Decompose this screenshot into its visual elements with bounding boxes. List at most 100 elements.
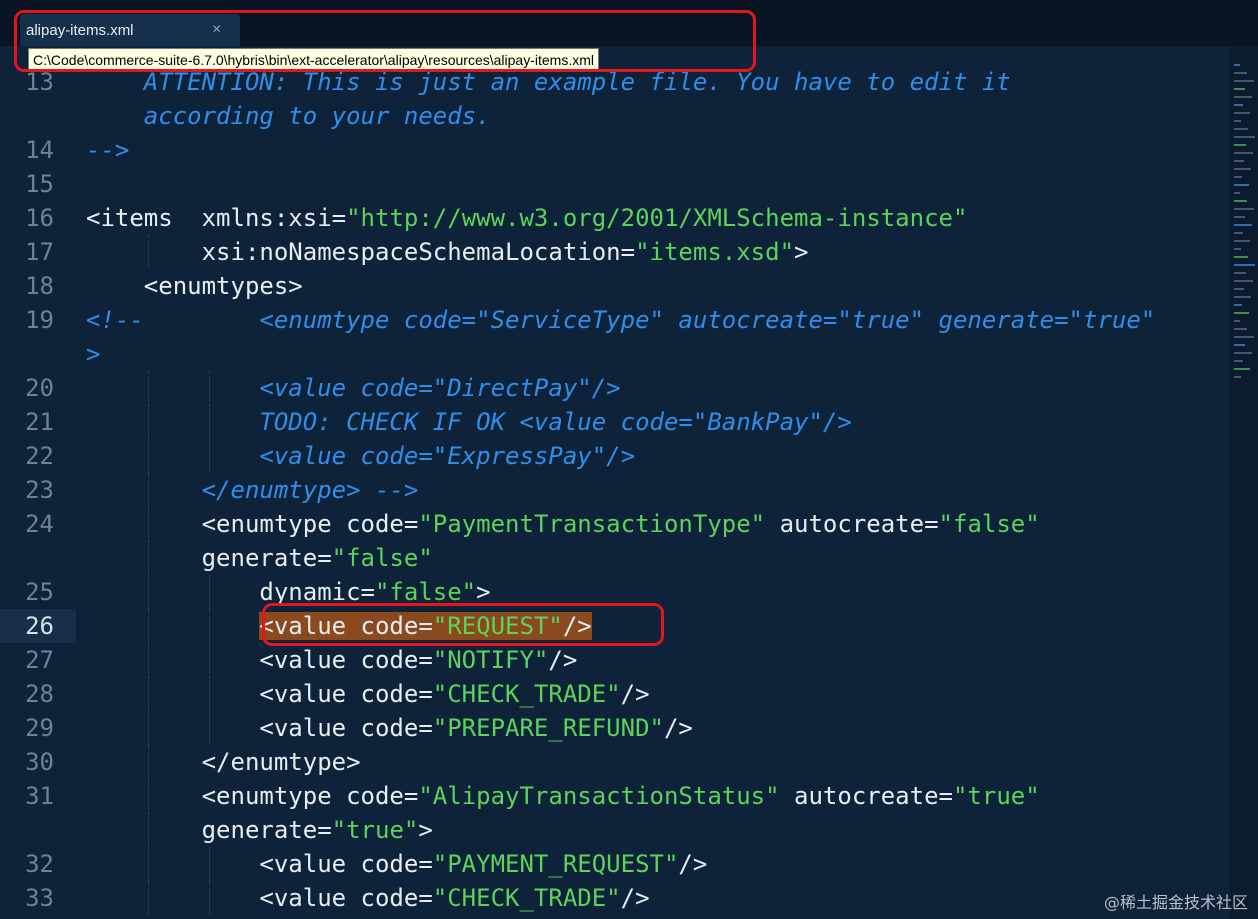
line-number: 33 [25,884,54,912]
code-text: generate="true"> [86,816,433,844]
code-line[interactable]: according to your needs. [0,99,1230,133]
code-line[interactable]: generate="false" [0,541,1230,575]
minimap[interactable] [1230,46,1258,919]
minimap-line [1234,168,1251,170]
minimap-line [1234,136,1255,138]
code-line[interactable]: 16 <items xmlns:xsi="http://www.w3.org/20… [0,201,1230,235]
code-line[interactable]: 27 <value code="NOTIFY"/> [0,643,1230,677]
minimap-line [1234,296,1251,298]
code-line[interactable]: 15 [0,167,1230,201]
code-line[interactable]: 23 </enumtype> --> [0,473,1230,507]
minimap-line [1234,160,1244,162]
minimap-line [1234,216,1245,218]
line-number: 17 [25,238,54,266]
minimap-line [1234,280,1253,282]
minimap-line [1234,184,1249,186]
code-text: </enumtype> [86,748,361,776]
code-line[interactable]: 31 <enumtype code="AlipayTransactionStat… [0,779,1230,813]
code-text: <value code="CHECK_TRADE"/> [86,680,650,708]
code-line[interactable]: 30 </enumtype> [0,745,1230,779]
line-number: 22 [25,442,54,470]
minimap-line [1234,128,1248,130]
minimap-line [1234,192,1240,194]
tab-title[interactable]: alipay-items.xml [26,22,134,39]
minimap-line [1234,320,1240,322]
minimap-line [1234,96,1252,98]
code-line[interactable]: 32 <value code="PAYMENT_REQUEST"/> [0,847,1230,881]
code-editor[interactable]: 13 ATTENTION: This is just an example fi… [0,46,1230,919]
line-number: 25 [25,578,54,606]
code-line[interactable]: 26 <value code="REQUEST"/> [0,609,1230,643]
code-line[interactable]: 18 <enumtypes> [0,269,1230,303]
code-line[interactable]: 24 <enumtype code="PaymentTransactionTyp… [0,507,1230,541]
code-text: <value code="PREPARE_REFUND"/> [86,714,693,742]
minimap-line [1234,304,1242,306]
code-line[interactable]: 14 --> [0,133,1230,167]
code-text: <enumtypes> [86,272,303,300]
minimap-line [1234,80,1254,82]
minimap-line [1234,248,1241,250]
watermark: @稀土掘金技术社区 [1103,893,1248,912]
code-text: <enumtype code="AlipayTransactionStatus"… [86,782,1040,810]
line-number: 19 [25,306,54,334]
code-line[interactable]: 21 TODO: CHECK IF OK <value code="BankPa… [0,405,1230,439]
minimap-line [1234,352,1252,354]
code-line[interactable]: 33 <value code="CHECK_TRADE"/> [0,881,1230,915]
minimap-line [1234,104,1243,106]
minimap-line [1234,232,1243,234]
minimap-line [1234,360,1243,362]
minimap-line [1234,224,1252,226]
minimap-line [1234,208,1254,210]
minimap-line [1234,256,1248,258]
code-line[interactable]: 17 xsi:noNamespaceSchemaLocation="items.… [0,235,1230,269]
code-text: <!-- <enumtype code="ServiceType" autocr… [86,306,1156,334]
code-line[interactable]: 29 <value code="PREPARE_REFUND"/> [0,711,1230,745]
minimap-line [1234,240,1250,242]
minimap-line [1234,288,1244,290]
line-number: 29 [25,714,54,742]
code-text: <value code="PAYMENT_REQUEST"/> [86,850,708,878]
minimap-line [1234,328,1247,330]
minimap-line [1234,88,1245,90]
line-number: 24 [25,510,54,538]
line-number: 15 [25,170,54,198]
minimap-line [1234,368,1250,370]
line-number: 32 [25,850,54,878]
minimap-line [1234,336,1254,338]
minimap-line [1234,72,1247,74]
minimap-line [1234,120,1241,122]
code-text: <enumtype code="PaymentTransactionType" … [86,510,1040,538]
code-text: <items xmlns:xsi="http://www.w3.org/2001… [86,204,968,232]
close-icon[interactable]: × [212,21,221,39]
line-number: 18 [25,272,54,300]
line-number: 31 [25,782,54,810]
code-line[interactable]: 22 <value code="ExpressPay"/> [0,439,1230,473]
code-text: </enumtype> --> [86,476,419,504]
code-text: TODO: CHECK IF OK <value code="BankPay"/… [86,408,852,436]
code-text: <value code="CHECK_TRADE"/> [86,884,650,912]
minimap-line [1234,272,1246,274]
minimap-line [1234,312,1249,314]
minimap-line [1234,344,1245,346]
code-line[interactable]: 20 <value code="DirectPay"/> [0,371,1230,405]
code-text: xsi:noNamespaceSchemaLocation="items.xsd… [86,238,809,266]
code-text: generate="false" [86,544,433,572]
line-number: 23 [25,476,54,504]
minimap-line [1234,376,1241,378]
code-line[interactable]: 28 <value code="CHECK_TRADE"/> [0,677,1230,711]
line-number: 14 [25,136,54,164]
line-number: 16 [25,204,54,232]
code-line[interactable]: generate="true"> [0,813,1230,847]
file-path-tooltip: C:\Code\commerce-suite-6.7.0\hybris\bin\… [28,48,599,72]
line-number: 30 [25,748,54,776]
code-line[interactable]: 25 dynamic="false"> [0,575,1230,609]
tab-alipay-items[interactable]: alipay-items.xml × [20,14,240,48]
code-text: > [86,340,101,368]
tab-bar: alipay-items.xml × [0,0,1258,48]
minimap-line [1234,112,1250,114]
line-number: 28 [25,680,54,708]
line-number: 21 [25,408,54,436]
code-line[interactable]: > [0,337,1230,371]
code-line[interactable]: 19 <!-- <enumtype code="ServiceType" auto… [0,303,1230,337]
code-text: <value code="REQUEST"/> [259,612,592,640]
